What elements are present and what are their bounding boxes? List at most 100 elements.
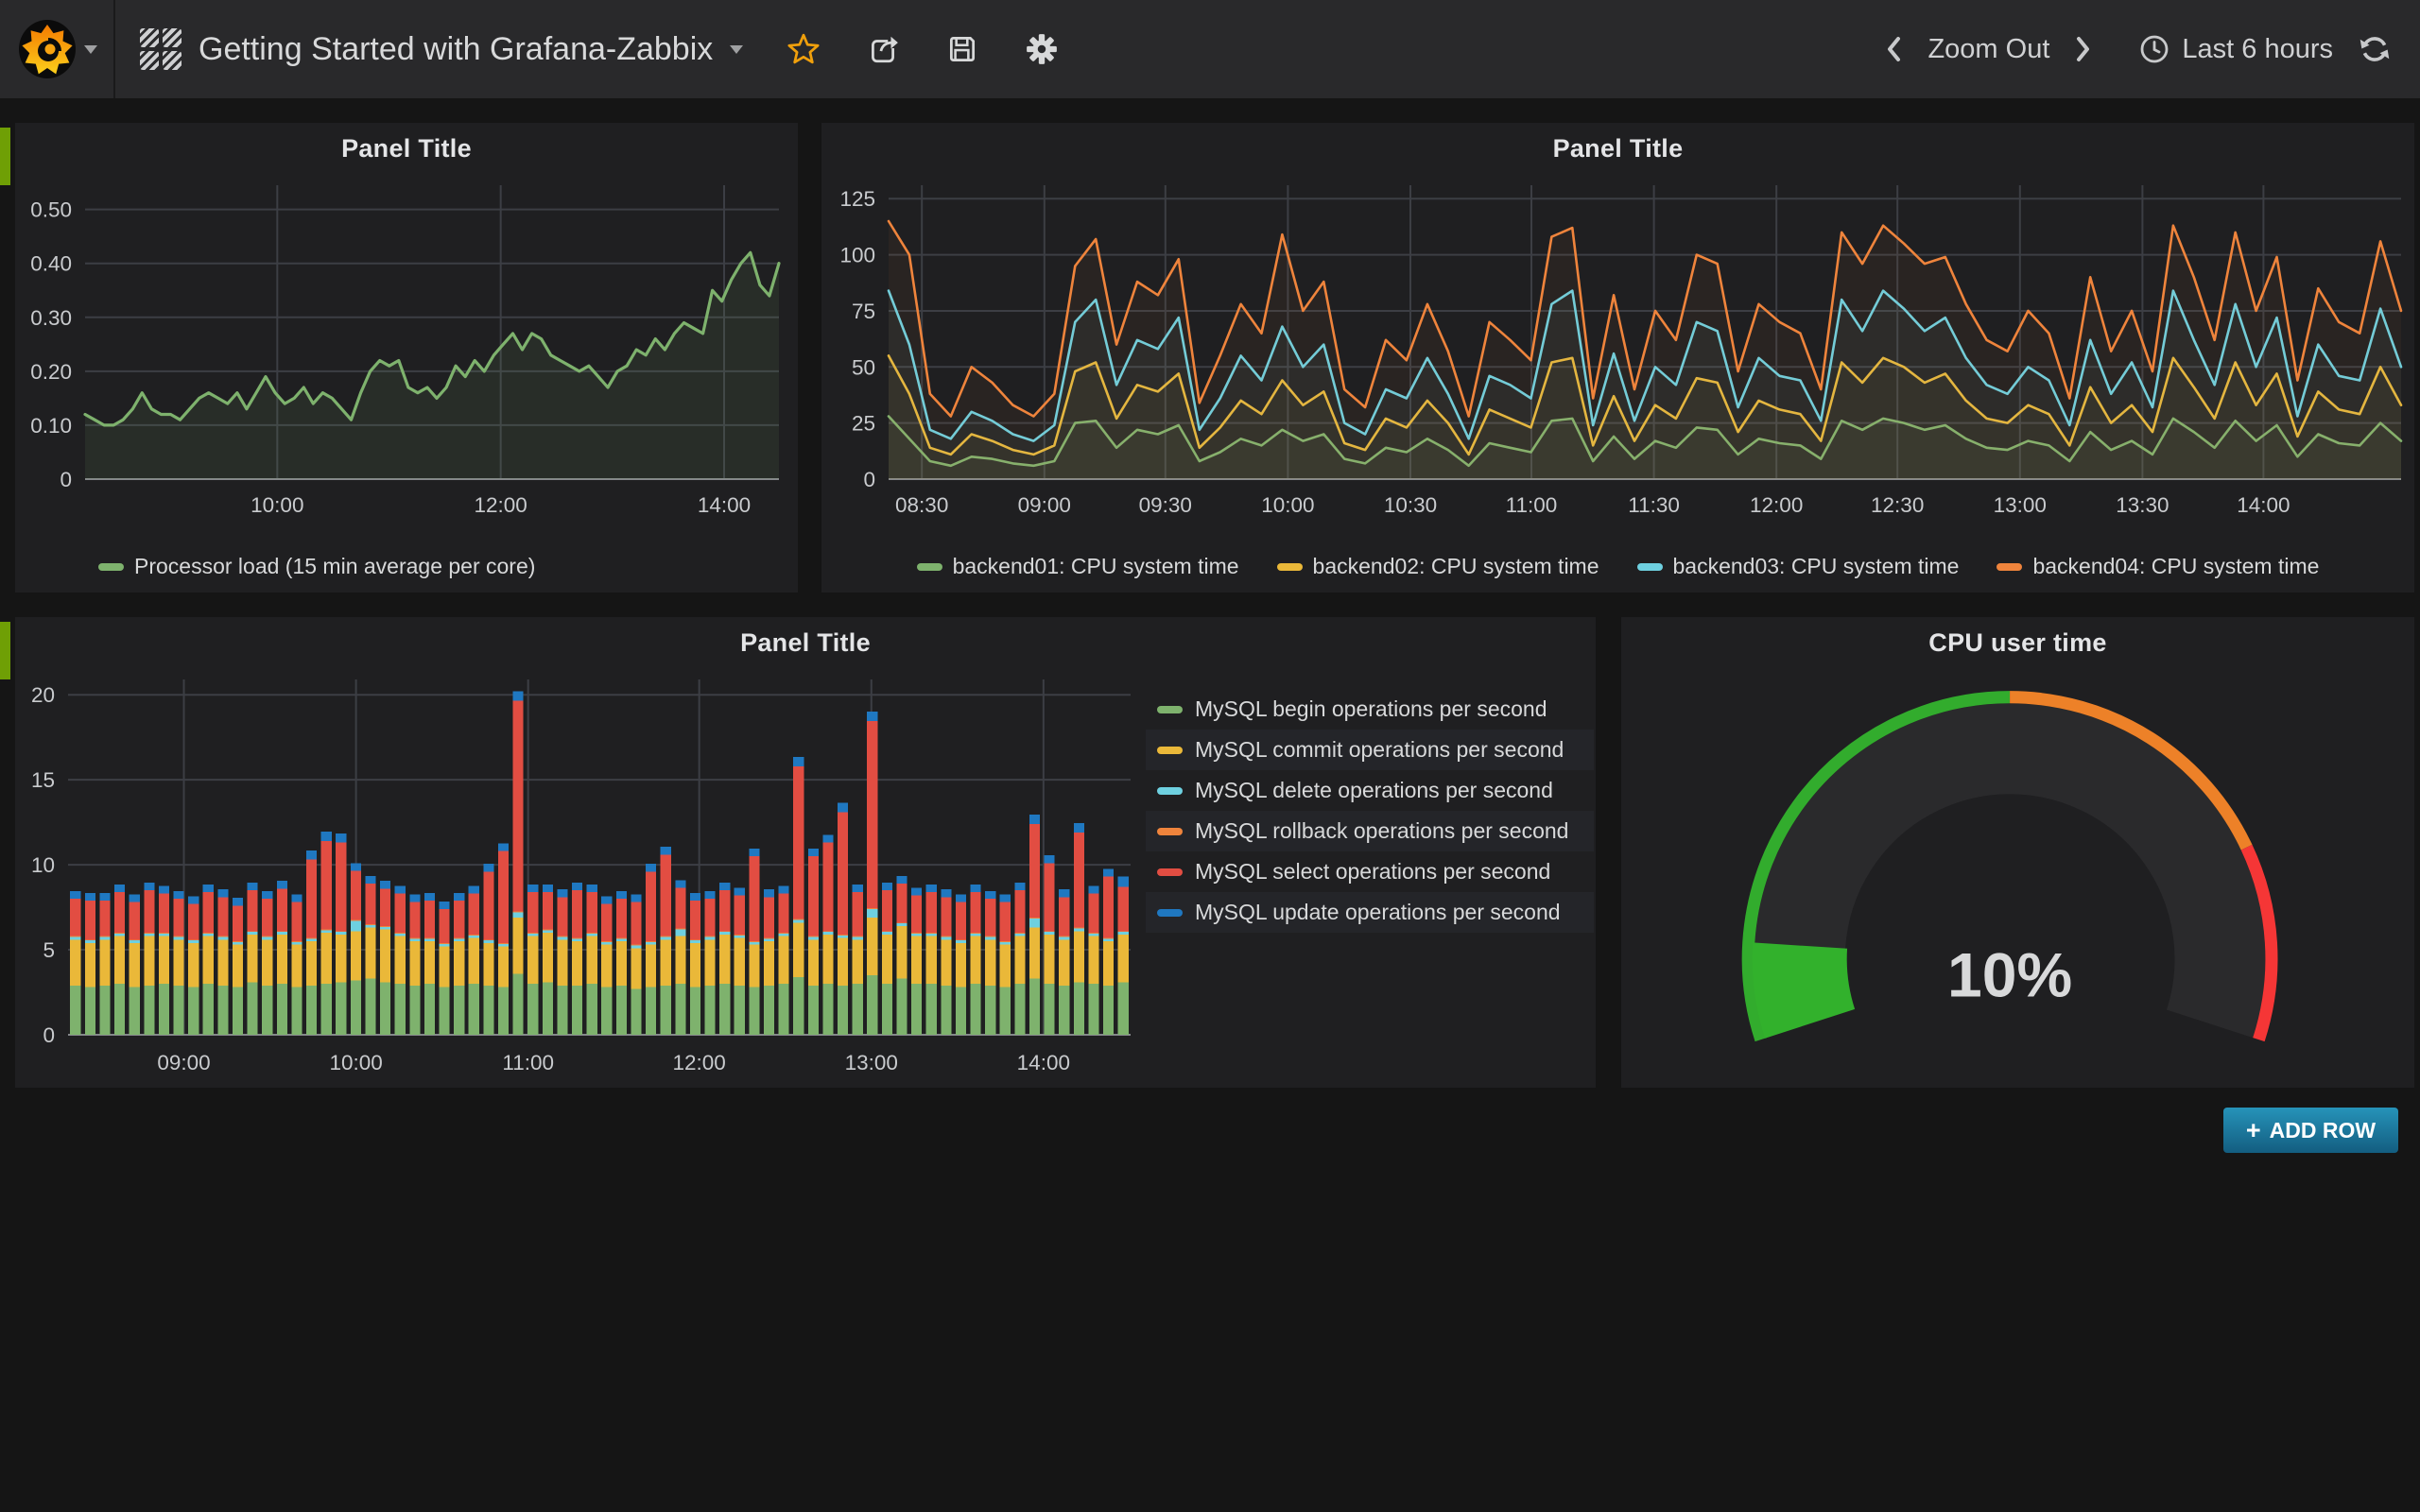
svg-text:5: 5 bbox=[43, 938, 55, 962]
mysql-ops-chart[interactable]: 0510152009:0010:0011:0012:0013:0014:00 bbox=[21, 666, 1136, 1078]
legend-item[interactable]: MySQL commit operations per second bbox=[1146, 730, 1594, 770]
legend-swatch bbox=[1157, 868, 1183, 876]
legend-item[interactable]: MySQL update operations per second bbox=[1146, 892, 1594, 933]
grafana-logo-icon bbox=[17, 19, 78, 79]
gear-icon bbox=[1025, 32, 1059, 66]
legend-swatch bbox=[1637, 563, 1663, 571]
panel-title[interactable]: Panel Title bbox=[15, 134, 798, 163]
svg-text:09:00: 09:00 bbox=[1018, 493, 1071, 517]
svg-text:10:00: 10:00 bbox=[329, 1051, 382, 1074]
legend-item[interactable]: backend03: CPU system time bbox=[1637, 554, 1960, 579]
svg-text:10:00: 10:00 bbox=[251, 493, 303, 517]
legend-item[interactable]: MySQL delete operations per second bbox=[1146, 770, 1594, 811]
svg-text:100: 100 bbox=[839, 244, 875, 267]
mysql-ops-legend: MySQL begin operations per second MySQL c… bbox=[1146, 689, 1594, 933]
save-icon bbox=[945, 32, 979, 66]
legend-item[interactable]: MySQL begin operations per second bbox=[1146, 689, 1594, 730]
grafana-dashboard-screen: Getting Started with Grafana-Zabbix bbox=[0, 0, 2420, 1512]
panel-cpu-user-gauge: CPU user time 10% bbox=[1621, 617, 2414, 1088]
dashboard-grid-icon bbox=[140, 28, 182, 70]
legend-swatch bbox=[1996, 563, 2022, 571]
grafana-logo-menu[interactable] bbox=[0, 0, 115, 98]
svg-text:10:00: 10:00 bbox=[1261, 493, 1314, 517]
star-button[interactable] bbox=[786, 32, 821, 66]
legend-item[interactable]: Processor load (15 min average per core) bbox=[98, 554, 535, 579]
add-row-button[interactable]: + ADD ROW bbox=[2223, 1108, 2398, 1153]
legend-swatch bbox=[917, 563, 942, 571]
share-icon bbox=[866, 32, 900, 66]
chevron-right-icon bbox=[2074, 35, 2093, 63]
legend-item[interactable]: MySQL select operations per second bbox=[1146, 851, 1594, 892]
legend-label: MySQL rollback operations per second bbox=[1195, 818, 1568, 844]
svg-text:13:00: 13:00 bbox=[1994, 493, 2047, 517]
panel-title[interactable]: Panel Title bbox=[15, 628, 1596, 658]
legend-label: MySQL commit operations per second bbox=[1195, 737, 1564, 763]
legend-swatch bbox=[1277, 563, 1303, 571]
legend-swatch bbox=[1157, 828, 1183, 835]
svg-text:0: 0 bbox=[60, 468, 72, 491]
svg-text:0.30: 0.30 bbox=[30, 306, 72, 330]
svg-text:50: 50 bbox=[852, 355, 875, 379]
svg-text:12:00: 12:00 bbox=[672, 1051, 725, 1074]
cpu-user-gauge: 10% bbox=[1621, 666, 2414, 1078]
svg-text:0.40: 0.40 bbox=[30, 252, 72, 276]
svg-text:0.10: 0.10 bbox=[30, 414, 72, 438]
time-shift-back-button[interactable] bbox=[1884, 35, 1903, 63]
svg-text:10:30: 10:30 bbox=[1384, 493, 1437, 517]
navbar-actions bbox=[786, 32, 1059, 66]
zoom-out-button[interactable]: Zoom Out bbox=[1927, 34, 2049, 65]
logo-caret-down-icon bbox=[84, 45, 97, 54]
legend-swatch bbox=[1157, 747, 1183, 754]
add-row-label: ADD ROW bbox=[2270, 1118, 2376, 1143]
processor-load-chart[interactable]: 0 0.10 0.20 0.30 0.40 0.50 10:00 12:00 14:00 bbox=[21, 172, 792, 521]
svg-text:25: 25 bbox=[852, 412, 875, 436]
svg-text:14:00: 14:00 bbox=[2237, 493, 2290, 517]
svg-text:10: 10 bbox=[31, 853, 55, 877]
star-icon bbox=[786, 32, 821, 66]
navbar: Getting Started with Grafana-Zabbix bbox=[0, 0, 2420, 98]
svg-text:12:00: 12:00 bbox=[475, 493, 527, 517]
svg-text:0.50: 0.50 bbox=[30, 198, 72, 222]
time-range-picker[interactable]: Last 6 hours bbox=[2138, 33, 2333, 65]
svg-text:14:00: 14:00 bbox=[698, 493, 751, 517]
svg-text:75: 75 bbox=[852, 300, 875, 323]
svg-text:125: 125 bbox=[839, 187, 875, 211]
processor-load-legend: Processor load (15 min average per core) bbox=[15, 554, 798, 579]
dashboard-title: Getting Started with Grafana-Zabbix bbox=[199, 31, 713, 68]
legend-swatch bbox=[1157, 706, 1183, 713]
dashboard-caret-down-icon bbox=[730, 45, 743, 54]
panel-processor-load: Panel Title 0 0.10 0.20 0.30 0.40 0.50 10:00 12… bbox=[15, 123, 798, 593]
save-button[interactable] bbox=[945, 32, 979, 66]
svg-text:0: 0 bbox=[863, 468, 875, 491]
row-menu-handle[interactable] bbox=[0, 128, 10, 185]
share-button[interactable] bbox=[866, 32, 900, 66]
cpu-system-legend: backend01: CPU system time backend02: CPU… bbox=[821, 554, 2414, 579]
legend-label: backend01: CPU system time bbox=[953, 554, 1239, 579]
panel-title[interactable]: CPU user time bbox=[1621, 628, 2414, 658]
svg-text:13:00: 13:00 bbox=[845, 1051, 898, 1074]
row-menu-handle[interactable] bbox=[0, 622, 10, 679]
legend-item[interactable]: backend02: CPU system time bbox=[1277, 554, 1599, 579]
svg-text:09:00: 09:00 bbox=[157, 1051, 210, 1074]
panel-title[interactable]: Panel Title bbox=[821, 134, 2414, 163]
refresh-button[interactable] bbox=[2358, 32, 2392, 66]
svg-text:11:30: 11:30 bbox=[1628, 493, 1680, 517]
dashboard-picker[interactable]: Getting Started with Grafana-Zabbix bbox=[140, 28, 743, 70]
clock-icon bbox=[2138, 33, 2170, 65]
settings-button[interactable] bbox=[1025, 32, 1059, 66]
legend-item[interactable]: backend01: CPU system time bbox=[917, 554, 1239, 579]
plus-icon: + bbox=[2246, 1118, 2261, 1143]
panel-cpu-system: Panel Title 025507510012508:3009:0009:30… bbox=[821, 123, 2414, 593]
cpu-system-chart[interactable]: 025507510012508:3009:0009:3010:0010:3011… bbox=[827, 172, 2409, 521]
svg-text:0.20: 0.20 bbox=[30, 360, 72, 384]
svg-text:0: 0 bbox=[43, 1023, 55, 1047]
svg-text:11:00: 11:00 bbox=[502, 1051, 554, 1074]
legend-item[interactable]: backend04: CPU system time bbox=[1996, 554, 2319, 579]
svg-text:15: 15 bbox=[31, 768, 55, 792]
time-shift-forward-button[interactable] bbox=[2074, 35, 2093, 63]
svg-text:13:30: 13:30 bbox=[2116, 493, 2169, 517]
legend-item[interactable]: MySQL rollback operations per second bbox=[1146, 811, 1594, 851]
svg-text:20: 20 bbox=[31, 683, 55, 707]
legend-label: MySQL select operations per second bbox=[1195, 859, 1550, 885]
legend-swatch bbox=[98, 563, 124, 571]
